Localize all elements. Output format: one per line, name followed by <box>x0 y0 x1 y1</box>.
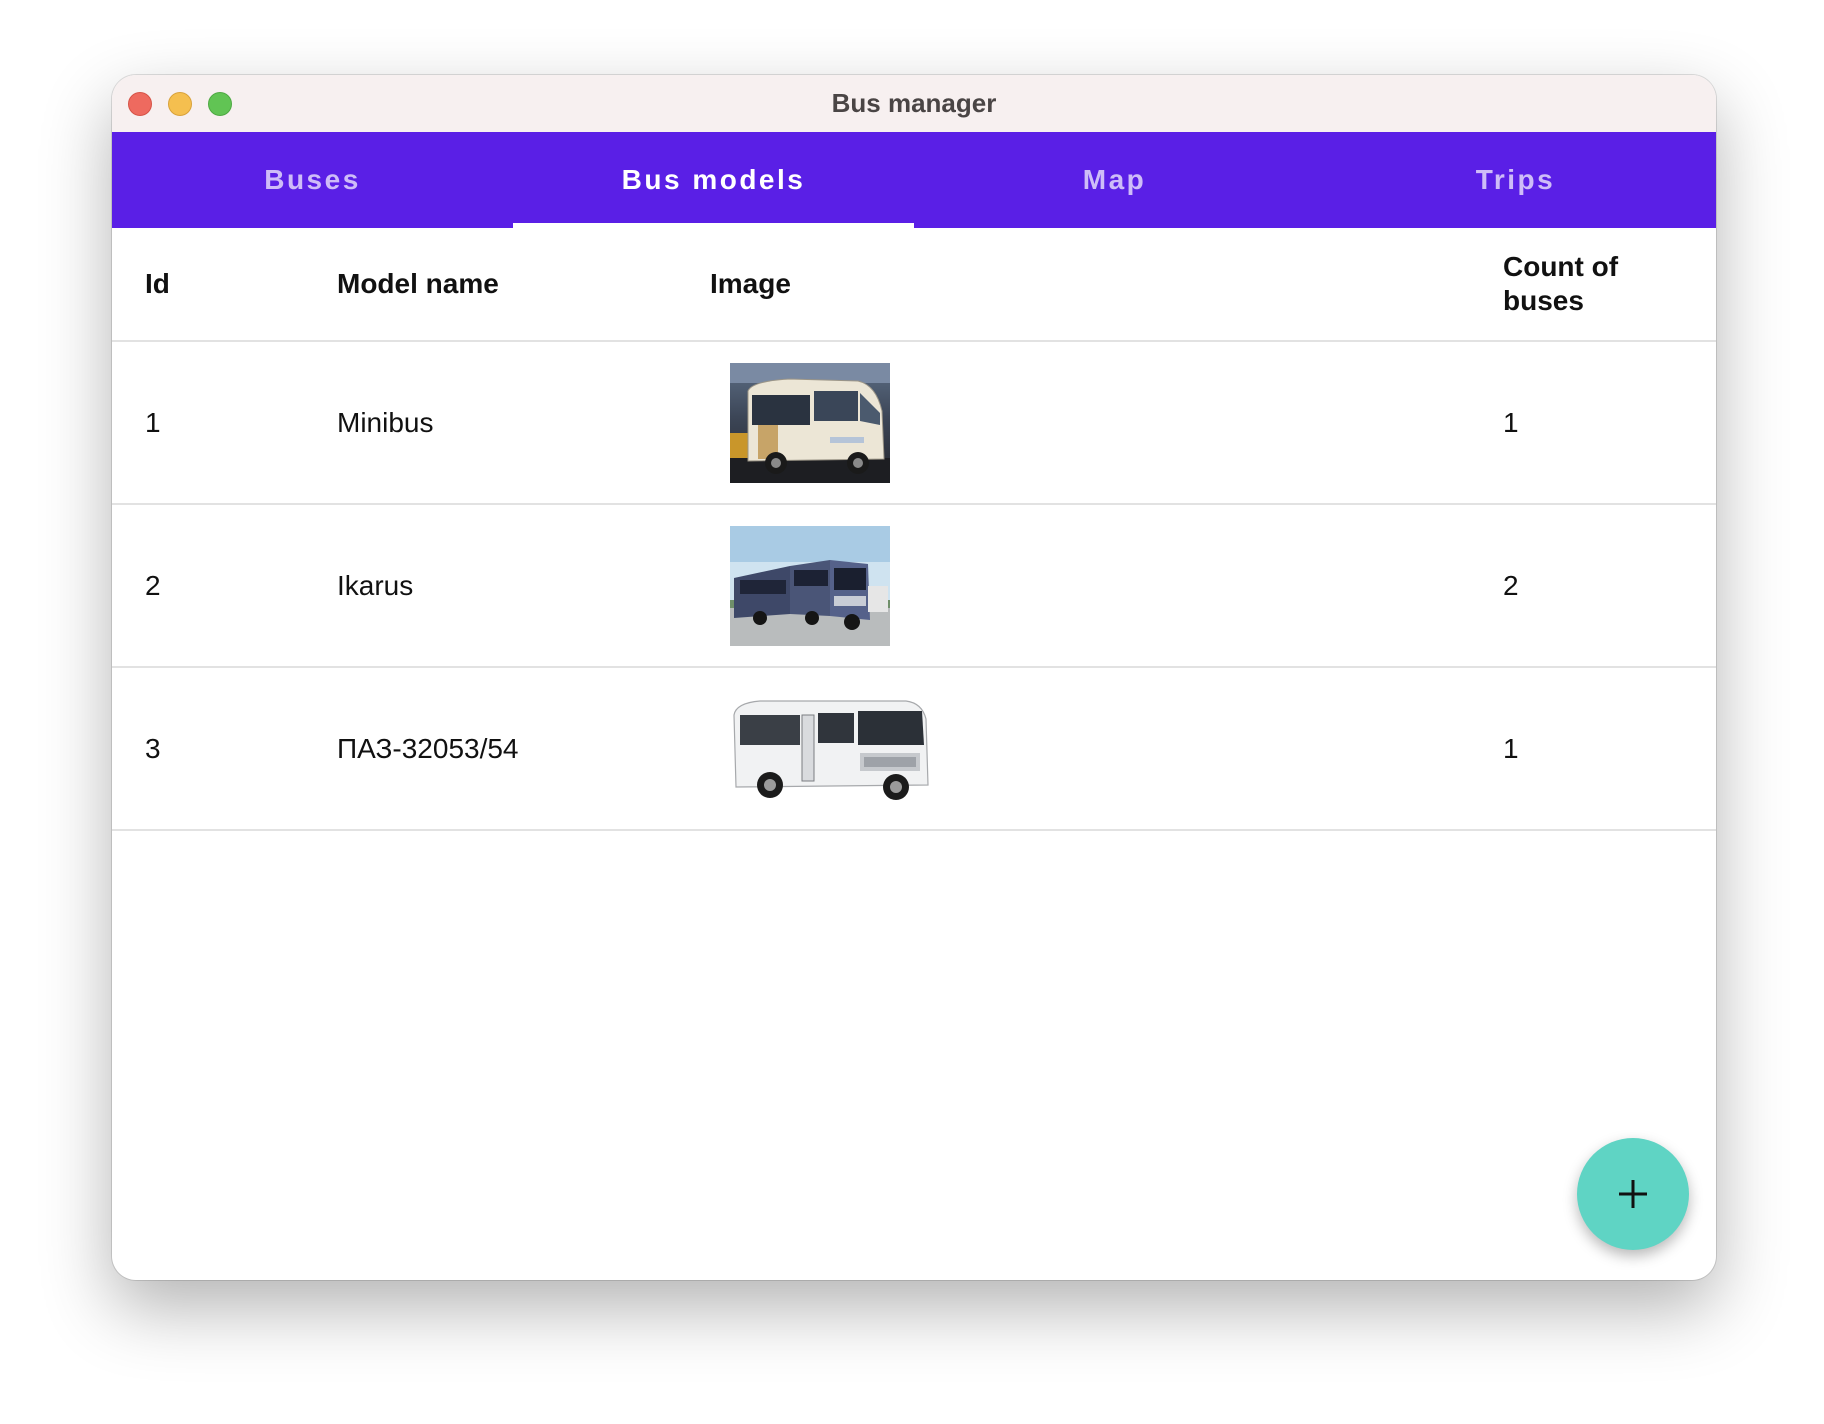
row-model-name: ПАЗ-32053/54 <box>337 732 519 764</box>
column-header-model-name: Model name <box>337 268 499 299</box>
tab-map[interactable]: Map <box>914 132 1315 228</box>
tab-label: Bus models <box>621 164 806 195</box>
row-id: 2 <box>145 569 161 601</box>
tab-buses[interactable]: Buses <box>112 132 513 228</box>
table-row[interactable]: 1 Minibus 1 <box>112 342 1716 505</box>
table-row[interactable]: 2 Ikarus 2 <box>112 505 1716 668</box>
table-header-row: Id Model name Image Count of buses <box>112 228 1716 342</box>
paz-bus-photo <box>730 688 930 809</box>
minibus-photo <box>730 362 890 483</box>
title-bar: Bus manager <box>112 75 1716 133</box>
row-model-name: Minibus <box>337 406 434 438</box>
add-bus-model-button[interactable] <box>1577 1138 1689 1250</box>
column-header-count-line1: Count of <box>1503 251 1619 282</box>
tab-trips[interactable]: Trips <box>1315 132 1716 228</box>
column-header-count-of-buses: Count of buses <box>1503 228 1693 340</box>
row-count-of-buses: 1 <box>1503 732 1519 764</box>
row-count-of-buses: 2 <box>1503 569 1519 601</box>
tab-label: Buses <box>264 164 361 195</box>
row-model-name: Ikarus <box>337 569 414 601</box>
ikarus-bus-photo <box>730 525 890 646</box>
plus-icon <box>1619 1180 1647 1208</box>
tab-bar: Buses Bus models Map Trips <box>112 132 1716 228</box>
row-id: 1 <box>145 406 161 438</box>
app-window: Bus manager Buses Bus models Map Trips I… <box>112 75 1716 1280</box>
column-header-image: Image <box>710 268 791 299</box>
table-row[interactable]: 3 ПАЗ-32053/54 1 <box>112 668 1716 831</box>
window-title: Bus manager <box>831 88 997 118</box>
row-id: 3 <box>145 732 161 764</box>
tab-label: Trips <box>1475 164 1556 195</box>
bus-models-table: Id Model name Image Count of buses 1 Min… <box>112 228 1716 831</box>
tab-bus-models[interactable]: Bus models <box>513 132 914 228</box>
row-count-of-buses: 1 <box>1503 406 1519 438</box>
tab-label: Map <box>1082 164 1147 195</box>
column-header-id: Id <box>145 268 170 299</box>
column-header-count-line2: buses <box>1503 285 1584 316</box>
